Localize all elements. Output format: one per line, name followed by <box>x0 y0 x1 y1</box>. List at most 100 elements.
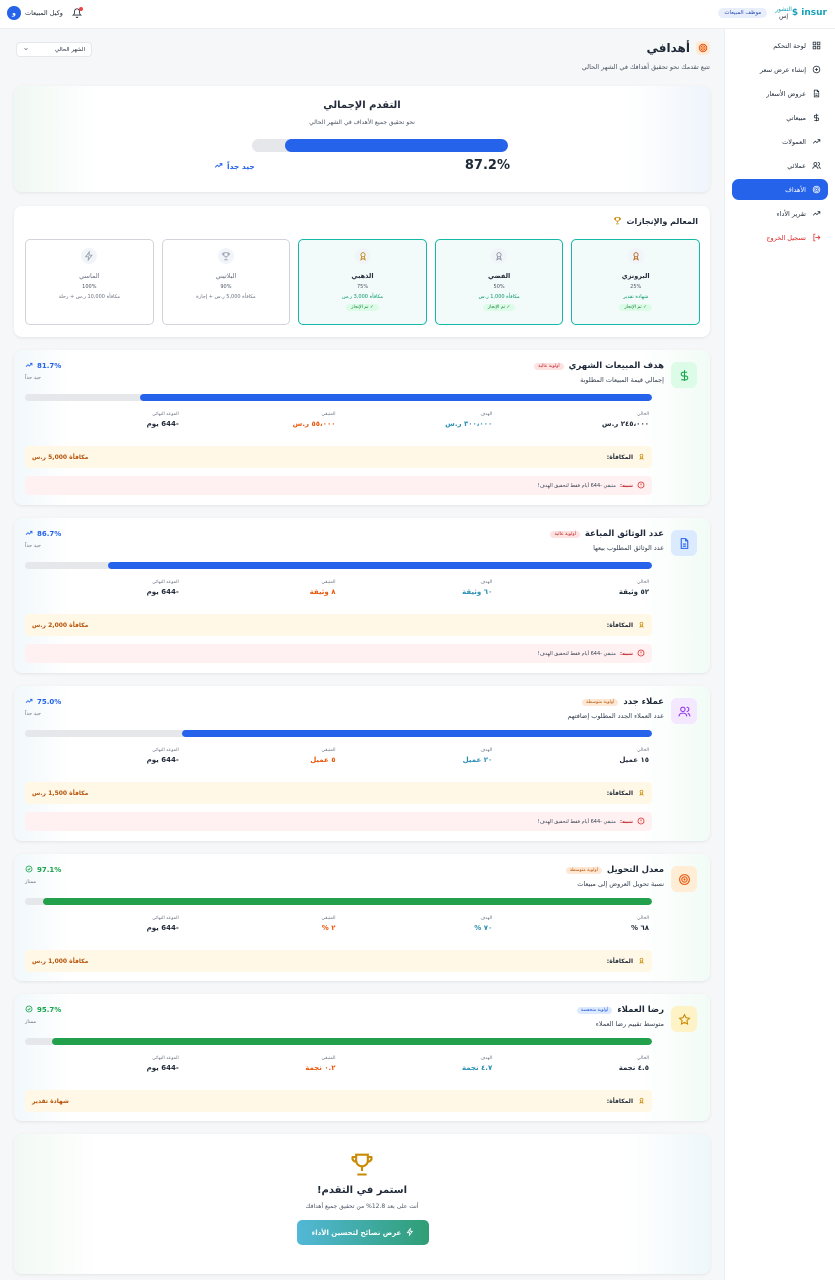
stat-label: المتبقي <box>321 916 336 921</box>
stat-label: المتبقي <box>321 1056 336 1061</box>
document-icon <box>812 89 821 98</box>
sidebar-item-logout[interactable]: تسجيل الخروج <box>732 227 828 248</box>
milestone-achieved-badge: ✓ تم الإنجاز <box>346 304 379 311</box>
stat-current: الحالي ٦٨ % <box>495 916 652 932</box>
stat-value: ٥٢ وثيقة <box>618 588 649 596</box>
stat-target: الهدف ٣٠٠،٠٠٠ ر.س <box>339 412 496 428</box>
goal-description: متوسط تقييم رضا العملاء <box>595 1020 664 1028</box>
sidebar-item-create-quote[interactable]: إنشاء عرض سعر <box>732 59 828 80</box>
sidebar: لوحة التحكم إنشاء عرض سعر عروض الأسعار م… <box>724 29 835 1280</box>
overall-rating-label: جيد جداً <box>227 162 255 171</box>
stat-label: الهدف <box>480 580 493 585</box>
milestone-name: البلاتيني <box>215 272 237 280</box>
logout-icon <box>812 233 821 242</box>
stat-remaining: المتبقي ٨ وثيقة <box>182 580 339 596</box>
overall-subtitle: نحو تحقيق جميع الأهداف في الشهر الحالي <box>309 119 415 126</box>
goal-progress-fill <box>51 1038 652 1045</box>
star-icon <box>671 1006 697 1032</box>
reward-value: شهادة تقدير <box>32 1097 69 1105</box>
user-menu[interactable]: و وكيل المبيعات <box>7 6 63 20</box>
stat-value: ٥ عميل <box>310 756 336 764</box>
deadline-warning: تنبيه: متبقي -644 أيام فقط لتحقيق الهدف! <box>25 644 652 663</box>
overall-progress-bar <box>252 139 508 152</box>
goal-rating: جيد جداً <box>25 375 41 381</box>
sidebar-item-label: لوحة التحكم <box>773 41 806 50</box>
period-select[interactable]: الشهر الحالي <box>16 42 92 57</box>
sidebar-item-label: الأهداف <box>785 185 806 194</box>
show-tips-label: عرض نصائح لتحسين الأداء <box>311 1228 402 1237</box>
alert-circle-icon <box>637 649 645 659</box>
goal-progress-bar <box>25 562 652 569</box>
priority-badge: أولوية منخفضة <box>576 1006 613 1014</box>
goal-progress-bar <box>25 394 652 401</box>
stat-target: الهدف ٢٠ عميل <box>339 748 496 764</box>
dollar-icon <box>812 113 821 122</box>
goal-card: رضا العملاء أولوية منخفضة متوسط تقييم رضا … <box>14 994 710 1121</box>
bell-icon[interactable] <box>71 7 83 19</box>
top-bar: التشور إس $ insur موظف المبيعات و وكيل ا… <box>0 0 835 29</box>
trend-icon <box>214 161 223 172</box>
alert-circle-icon <box>637 481 645 491</box>
stat-value: -644 يوم <box>146 1064 179 1072</box>
check-circle-icon: ✓ <box>643 305 647 310</box>
stat-label: الهدف <box>480 412 493 417</box>
reward-label: المكافأة: <box>606 1097 633 1105</box>
award-icon <box>638 453 645 462</box>
encouragement-title: استمر في التقدم! <box>316 1185 408 1196</box>
milestones-title: المعالم والإنجازات <box>613 216 698 227</box>
stat-value: ٣٠٠،٠٠٠ ر.س <box>445 420 493 428</box>
role-badge: موظف المبيعات <box>718 8 768 18</box>
sidebar-item-dashboard[interactable]: لوحة التحكم <box>732 35 828 56</box>
sidebar-item-goals[interactable]: الأهداف <box>732 179 828 200</box>
milestone-reward: مكافأة 1,000 ر.س <box>478 294 520 300</box>
goal-title: هدف المبيعات الشهري <box>568 361 664 371</box>
overall-progress-card: التقدم الإجمالي نحو تحقيق جميع الأهداف ف… <box>14 86 710 192</box>
stat-label: الحالي <box>636 412 649 417</box>
reward-box: المكافأة: مكافأة 5,000 ر.س <box>25 446 652 468</box>
check-circle-icon <box>25 865 33 875</box>
award-icon <box>638 789 645 798</box>
stat-label: الحالي <box>636 580 649 585</box>
stat-value: -644 يوم <box>146 588 179 596</box>
stat-label: الموعد النهائي <box>152 1056 179 1061</box>
sidebar-item-label: إنشاء عرض سعر <box>759 65 806 74</box>
medal-icon <box>627 248 644 264</box>
milestone-card: الماسي 100% مكافأة 10,000 ر.س + رحلة <box>25 239 154 325</box>
stat-value: ٠.٢ نجمة <box>305 1064 336 1072</box>
sidebar-item-commissions[interactable]: العمولات <box>732 131 828 152</box>
milestone-achieved-label: تم الإنجاز <box>487 305 506 310</box>
show-tips-button[interactable]: عرض نصائح لتحسين الأداء <box>297 1220 429 1245</box>
priority-badge: أولوية عالية <box>550 530 580 538</box>
stat-value: ٢ % <box>321 924 336 932</box>
target-icon <box>696 41 710 55</box>
target-icon <box>671 866 697 892</box>
goal-progress-fill <box>181 730 652 737</box>
stat-remaining: المتبقي ٥ عميل <box>182 748 339 764</box>
reward-box: المكافأة: مكافأة 1,000 ر.س <box>25 950 652 972</box>
stat-label: الحالي <box>636 748 649 753</box>
stat-label: الموعد النهائي <box>152 580 179 585</box>
milestone-threshold: 25% <box>630 284 642 290</box>
sidebar-item-label: تقرير الأداء <box>776 209 806 218</box>
stat-value: -644 يوم <box>146 924 179 932</box>
goal-card: هدف المبيعات الشهري أولوية عالية إجمالي قي… <box>14 350 710 505</box>
stat-value: ٨ وثيقة <box>309 588 336 596</box>
sidebar-item-performance[interactable]: تقرير الأداء <box>732 203 828 224</box>
milestone-threshold: 50% <box>493 284 505 290</box>
milestone-threshold: 75% <box>356 284 369 290</box>
sidebar-item-sales[interactable]: مبيعاتي <box>732 107 828 128</box>
goal-stats: الحالي ٦٨ % الهدف ٧٠ % المتبقي ٢ % الموعد النه… <box>25 916 652 932</box>
stat-deadline: الموعد النهائي -644 يوم <box>25 748 182 764</box>
stat-label: المتبقي <box>321 748 336 753</box>
stat-value: ٢٠ عميل <box>462 756 493 764</box>
chevron-down-icon <box>23 46 29 54</box>
reward-label: المكافأة: <box>606 453 633 461</box>
stat-label: الموعد النهائي <box>152 412 179 417</box>
trend-icon <box>812 209 821 218</box>
brand-logo[interactable]: التشور إس $ insur <box>773 6 827 20</box>
medal-icon <box>491 248 508 264</box>
overall-progress-fill <box>284 139 508 152</box>
sidebar-item-clients[interactable]: عملائي <box>732 155 828 176</box>
sidebar-item-quotes[interactable]: عروض الأسعار <box>732 83 828 104</box>
sidebar-item-label: عملائي <box>787 161 806 170</box>
